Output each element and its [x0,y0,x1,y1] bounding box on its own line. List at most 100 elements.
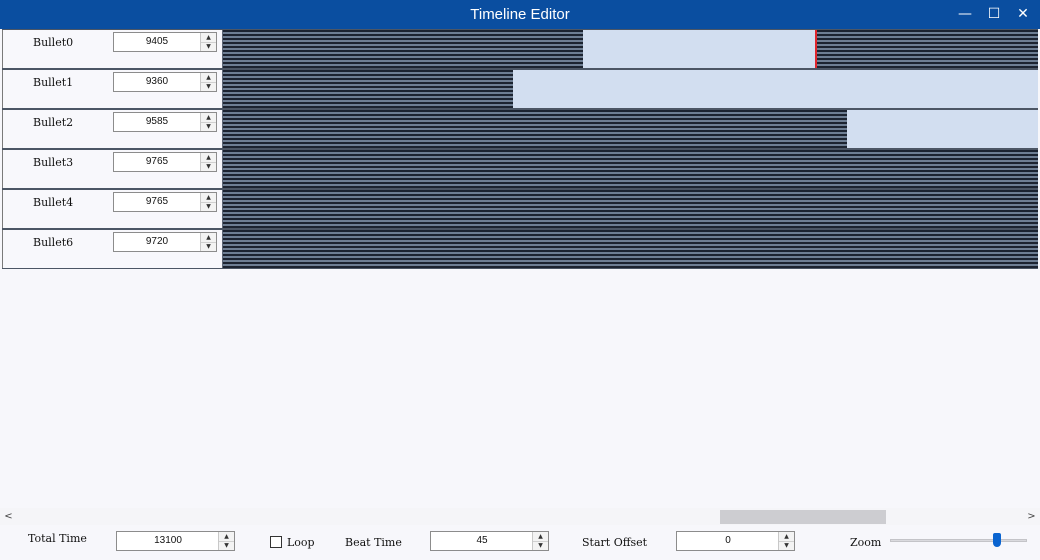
timeline-grid[interactable] [223,190,1038,228]
zoom-slider[interactable] [890,539,1027,542]
timeline-grid[interactable] [223,150,1038,188]
track-value-field[interactable]: 9720 ▲ ▼ [113,232,217,252]
grid-line [246,150,247,188]
grid-line [852,230,853,268]
track-value-spinner[interactable]: ▲ ▼ [200,113,216,131]
spin-down-icon[interactable]: ▼ [201,122,216,131]
grid-line [574,30,575,68]
track-value[interactable]: 9765 [114,153,200,171]
start-offset-value[interactable]: 0 [677,532,779,550]
track-value-field[interactable]: 9765 ▲ ▼ [113,192,217,212]
spin-down-icon[interactable]: ▼ [533,541,548,550]
start-offset-spinner[interactable]: ▲ ▼ [778,532,794,550]
total-time-value[interactable]: 13100 [117,532,219,550]
total-time-field[interactable]: 13100 ▲ ▼ [116,531,235,551]
loop-checkbox[interactable] [270,536,282,548]
track-value-field[interactable]: 9765 ▲ ▼ [113,152,217,172]
track-value[interactable]: 9405 [114,33,200,51]
horizontal-scrollbar[interactable]: < > [0,508,1040,525]
track-value-spinner[interactable]: ▲ ▼ [200,73,216,91]
grid-line [773,150,774,188]
grid-line [382,150,383,188]
track-value-spinner[interactable]: ▲ ▼ [200,193,216,211]
grid-line [784,230,785,268]
grid-line [756,150,757,188]
scroll-right-icon[interactable]: > [1023,508,1040,525]
timeline-grid[interactable] [223,230,1038,268]
timeline-clip[interactable] [583,30,817,68]
grid-line [892,230,893,268]
grid-line [875,150,876,188]
track-value-field[interactable]: 9405 ▲ ▼ [113,32,217,52]
grid-line [829,150,830,188]
grid-line [472,70,473,108]
spin-down-icon[interactable]: ▼ [201,202,216,211]
grid-line [461,230,462,268]
scroll-left-icon[interactable]: < [0,508,17,525]
grid-line [841,190,842,228]
timeline-clip[interactable] [847,110,1038,148]
grid-line [319,70,320,108]
scrollbar-thumb[interactable] [720,510,886,524]
grid-line [767,150,768,188]
beat-time-spinner[interactable]: ▲ ▼ [532,532,548,550]
track-value[interactable]: 9720 [114,233,200,251]
grid-line [705,110,706,148]
grid-line [365,70,366,108]
grid-line [370,190,371,228]
grid-line [926,30,927,68]
track-value-field[interactable]: 9585 ▲ ▼ [113,112,217,132]
grid-line [359,230,360,268]
grid-line [467,110,468,148]
spin-down-icon[interactable]: ▼ [779,541,794,550]
beat-time-field[interactable]: 45 ▲ ▼ [430,531,549,551]
start-offset-field[interactable]: 0 ▲ ▼ [676,531,795,551]
grid-line [654,110,655,148]
grid-line [433,30,434,68]
beat-time-value[interactable]: 45 [431,532,533,550]
grid-line [512,110,513,148]
close-button[interactable]: ✕ [1009,0,1037,29]
grid-line [546,110,547,148]
grid-line [325,150,326,188]
grid-line [461,190,462,228]
track-value-field[interactable]: 9360 ▲ ▼ [113,72,217,92]
grid-line [909,30,910,68]
track-value-spinner[interactable]: ▲ ▼ [200,33,216,51]
timeline-grid[interactable] [223,70,1038,108]
spin-down-icon[interactable]: ▼ [201,82,216,91]
timeline-clip[interactable] [513,70,1038,108]
grid-line [999,190,1000,228]
grid-line [892,30,893,68]
maximize-button[interactable]: ☐ [980,0,1008,29]
grid-line [665,190,666,228]
timeline-grid[interactable] [223,30,1038,68]
grid-line [977,230,978,268]
grid-line [637,230,638,268]
spin-down-icon[interactable]: ▼ [219,541,234,550]
track-value-spinner[interactable]: ▲ ▼ [200,233,216,251]
grid-line [960,30,961,68]
track-value[interactable]: 9360 [114,73,200,91]
grid-line [773,190,774,228]
grid-line [319,30,320,68]
minimize-button[interactable]: — [951,0,979,29]
spin-down-icon[interactable]: ▼ [201,42,216,51]
grid-line [716,190,717,228]
total-time-spinner[interactable]: ▲ ▼ [218,532,234,550]
timeline-grid[interactable] [223,110,1038,148]
grid-line [863,190,864,228]
track-value-spinner[interactable]: ▲ ▼ [200,153,216,171]
zoom-slider-thumb[interactable] [992,533,1001,547]
grid-line [1016,150,1017,188]
grid-line [257,30,258,68]
track-value[interactable]: 9585 [114,113,200,131]
spin-down-icon[interactable]: ▼ [201,242,216,251]
grid-line [761,190,762,228]
grid-line [506,190,507,228]
grid-line [795,230,796,268]
grid-line [399,110,400,148]
spin-down-icon[interactable]: ▼ [201,162,216,171]
track-value[interactable]: 9765 [114,193,200,211]
grid-line [676,190,677,228]
